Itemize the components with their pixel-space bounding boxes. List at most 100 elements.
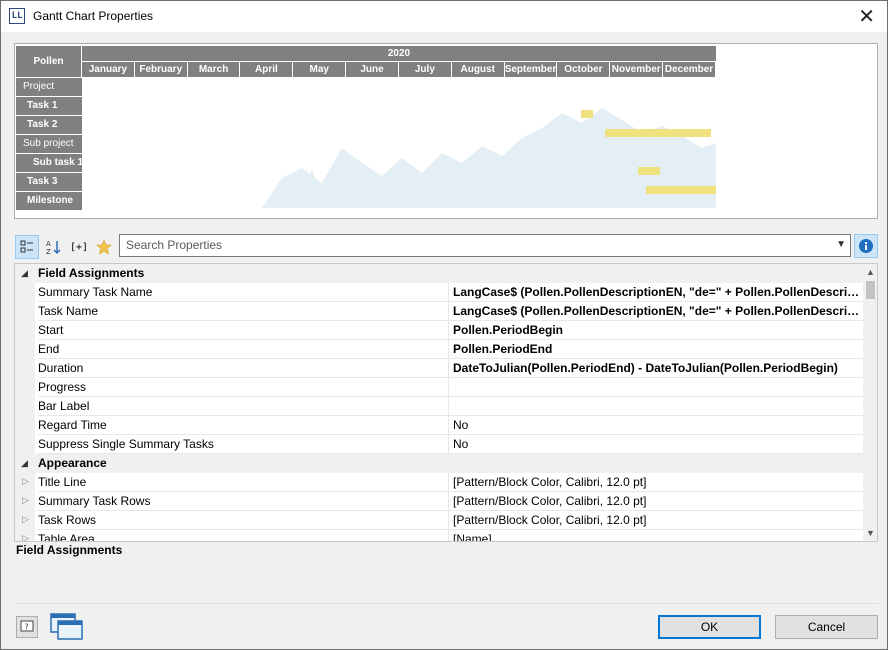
close-icon[interactable]: ✕ xyxy=(858,4,875,29)
window-title: Gantt Chart Properties xyxy=(33,9,154,23)
gantt-row-label: Milestone xyxy=(16,192,82,210)
scroll-down-icon[interactable]: ▼ xyxy=(866,528,875,538)
property-row[interactable]: Progress xyxy=(15,378,863,397)
property-row[interactable]: ▷ Table Area [Name] xyxy=(15,530,863,541)
alphabetical-button[interactable]: A Z xyxy=(41,235,65,259)
property-name: Summary Task Name xyxy=(38,283,448,302)
property-value[interactable]: No xyxy=(448,435,863,454)
expand-triangle-icon[interactable]: ▷ xyxy=(22,514,29,525)
gantt-month-label: March xyxy=(187,62,241,77)
gantt-chart-area xyxy=(82,78,716,208)
property-row[interactable]: Bar Label xyxy=(15,397,863,416)
expand-triangle-icon[interactable]: ▷ xyxy=(22,495,29,506)
help-button[interactable]: ? xyxy=(16,616,38,638)
property-value[interactable]: LangCase$ (Pollen.PollenDescriptionEN, "… xyxy=(448,283,863,302)
property-name: Table Area xyxy=(38,530,448,541)
row-gutter xyxy=(15,435,35,454)
search-input[interactable]: Search Properties ▼ xyxy=(119,234,851,257)
property-value[interactable]: DateToJulian(Pollen.PeriodEnd) - DateToJ… xyxy=(448,359,863,378)
help-icon: ? xyxy=(20,620,34,632)
gantt-month-label: October xyxy=(557,62,611,77)
gantt-label-header: Pollen xyxy=(16,46,82,77)
property-value[interactable]: [Pattern/Block Color, Calibri, 12.0 pt] xyxy=(448,492,863,511)
property-name: Task Rows xyxy=(38,511,448,530)
gantt-bar-task-1 xyxy=(581,110,593,118)
property-row[interactable]: ▷ Summary Task Rows [Pattern/Block Color, … xyxy=(15,492,863,511)
property-name: Regard Time xyxy=(38,416,448,435)
app-icon: LL xyxy=(9,8,25,24)
property-row[interactable]: Suppress Single Summary Tasks No xyxy=(15,435,863,454)
property-value[interactable]: Pollen.PeriodEnd xyxy=(448,340,863,359)
window-switch-button[interactable] xyxy=(49,612,85,642)
row-gutter: ▷ xyxy=(15,511,35,530)
row-gutter: ▷ xyxy=(15,473,35,492)
svg-text:?: ? xyxy=(25,623,29,632)
row-gutter xyxy=(15,359,35,378)
gantt-row-label: Sub task 1 xyxy=(16,154,82,172)
property-row[interactable]: Regard Time No xyxy=(15,416,863,435)
gantt-month-label: April xyxy=(240,62,294,77)
property-row[interactable]: Task Name LangCase$ (Pollen.PollenDescrip… xyxy=(15,302,863,321)
property-row[interactable]: ▷ Task Rows [Pattern/Block Color, Calibri,… xyxy=(15,511,863,530)
property-row[interactable]: Start Pollen.PeriodBegin xyxy=(15,321,863,340)
categorized-button[interactable] xyxy=(15,235,39,259)
divider xyxy=(14,603,878,604)
row-gutter xyxy=(15,321,35,340)
property-value[interactable] xyxy=(448,397,863,416)
category-row[interactable]: ◢ Appearance xyxy=(15,454,863,473)
collapse-triangle-icon[interactable]: ◢ xyxy=(21,268,28,279)
gantt-chart: Pollen 2020 January February March April May… xyxy=(15,45,717,210)
property-row[interactable]: End Pollen.PeriodEnd xyxy=(15,340,863,359)
cancel-button[interactable]: Cancel xyxy=(775,615,878,639)
property-value[interactable]: LangCase$ (Pollen.PollenDescriptionEN, "… xyxy=(448,302,863,321)
star-icon xyxy=(96,239,112,255)
property-row[interactable]: Duration DateToJulian(Pollen.PeriodEnd) -… xyxy=(15,359,863,378)
property-name: Summary Task Rows xyxy=(38,492,448,511)
info-button[interactable] xyxy=(854,234,878,258)
category-row[interactable]: ◢ Field Assignments xyxy=(15,264,863,283)
property-name: End xyxy=(38,340,448,359)
categorized-icon xyxy=(20,240,33,253)
chevron-down-icon[interactable]: ▼ xyxy=(836,239,846,250)
scroll-up-icon[interactable]: ▲ xyxy=(866,267,875,277)
gantt-row-label: Task 1 xyxy=(16,97,82,115)
row-gutter xyxy=(15,397,35,416)
property-name: Progress xyxy=(38,378,448,397)
svg-text:A: A xyxy=(46,240,51,248)
row-gutter xyxy=(15,340,35,359)
row-gutter xyxy=(15,302,35,321)
favorites-button[interactable] xyxy=(92,235,116,259)
expand-triangle-icon[interactable]: ▷ xyxy=(22,476,29,487)
gantt-year-header: 2020 xyxy=(82,46,716,62)
gantt-bar-task-3 xyxy=(646,186,716,194)
ok-button[interactable]: OK xyxy=(658,615,761,639)
property-value[interactable]: [Pattern/Block Color, Calibri, 12.0 pt] xyxy=(448,473,863,492)
property-value[interactable] xyxy=(448,378,863,397)
window-switch-icon xyxy=(50,613,83,640)
expand-triangle-icon[interactable]: ▷ xyxy=(22,533,29,541)
property-row[interactable]: Summary Task Name LangCase$ (Pollen.Polle… xyxy=(15,283,863,302)
property-value[interactable]: [Name] xyxy=(448,530,863,541)
gantt-month-label: December xyxy=(663,62,716,77)
scrollbar[interactable]: ▲ ▼ xyxy=(863,264,877,541)
property-value[interactable]: Pollen.PeriodBegin xyxy=(448,321,863,340)
row-gutter: ▷ xyxy=(15,530,35,541)
property-value[interactable]: No xyxy=(448,416,863,435)
expand-collapse-button[interactable]: [+] xyxy=(67,235,91,259)
property-row[interactable]: ▷ Title Line [Pattern/Block Color, Calibri… xyxy=(15,473,863,492)
category-label: Field Assignments xyxy=(38,266,145,280)
gantt-row-label: Project xyxy=(16,78,82,96)
gantt-month-header: January February March April May June July Augu… xyxy=(82,62,716,77)
property-name: Bar Label xyxy=(38,397,448,416)
gantt-month-label: July xyxy=(398,62,452,77)
row-gutter xyxy=(15,283,35,302)
sort-az-icon: A Z xyxy=(46,240,61,255)
property-name: Start xyxy=(38,321,448,340)
scroll-thumb[interactable] xyxy=(866,281,875,299)
gantt-bar-task-2 xyxy=(605,129,711,137)
info-icon xyxy=(859,239,873,253)
collapse-triangle-icon[interactable]: ◢ xyxy=(21,458,28,469)
property-grid: ◢ Field Assignments Summary Task Name LangC… xyxy=(14,263,878,542)
gantt-row-label: Task 3 xyxy=(16,173,82,191)
property-value[interactable]: [Pattern/Block Color, Calibri, 12.0 pt] xyxy=(448,511,863,530)
